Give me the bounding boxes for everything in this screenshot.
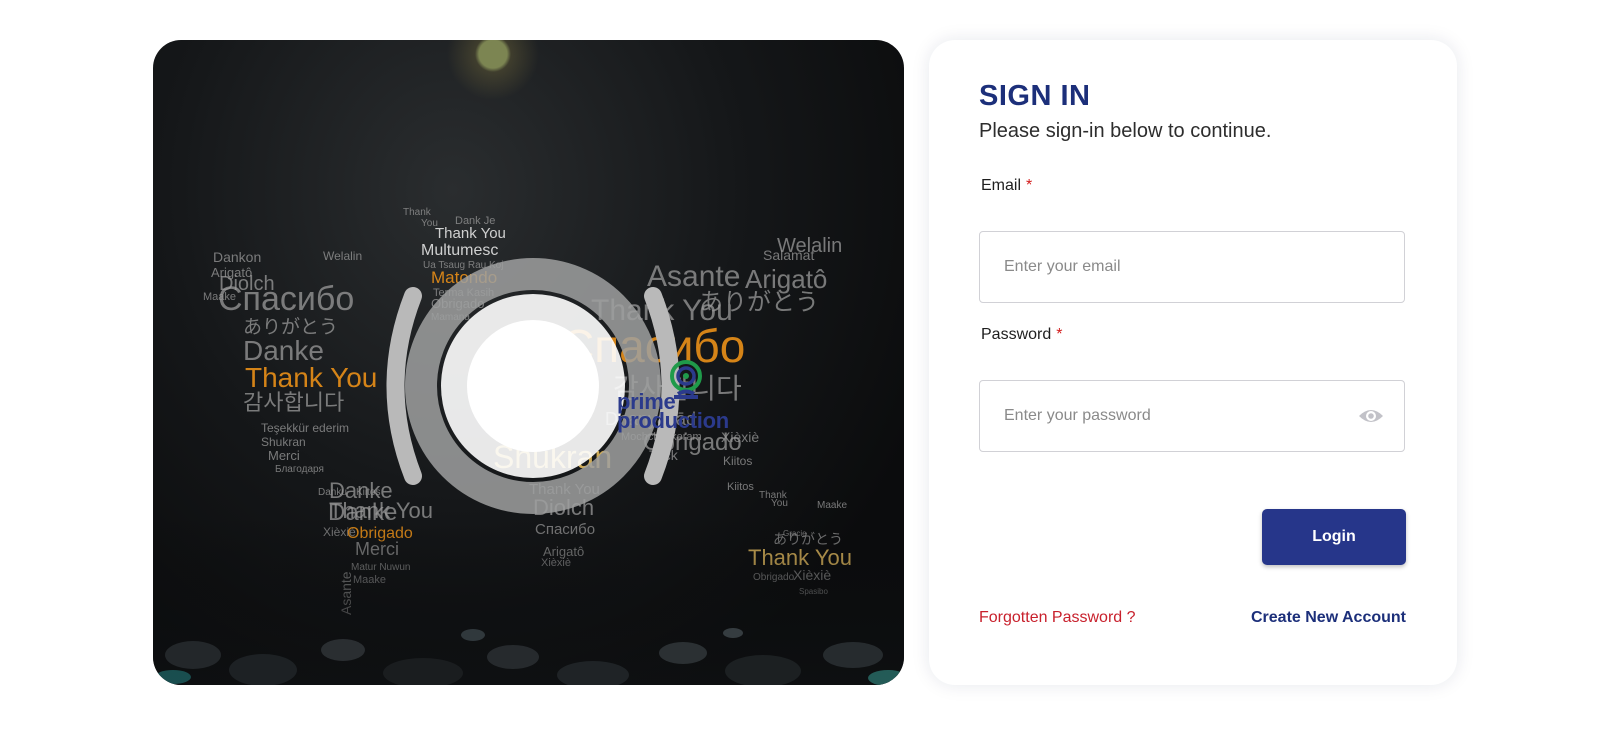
cloud-word: Welalin bbox=[323, 249, 362, 263]
password-field[interactable] bbox=[980, 381, 1404, 451]
cloud-word: You bbox=[771, 498, 788, 509]
email-field-box bbox=[979, 231, 1405, 303]
cloud-word: Teşekkür ederim bbox=[261, 421, 349, 435]
cloud-word: Maake bbox=[203, 291, 236, 303]
page-title: SIGN IN bbox=[979, 80, 1091, 112]
password-required-mark: * bbox=[1056, 326, 1063, 343]
email-required-mark: * bbox=[1026, 177, 1033, 194]
password-field-box bbox=[979, 380, 1405, 452]
cloud-word: Thank You bbox=[245, 362, 377, 393]
cloud-word: Merci bbox=[268, 448, 300, 463]
email-field[interactable] bbox=[980, 232, 1404, 302]
brand-name: prime production bbox=[617, 391, 737, 433]
cloud-word: Благодаря bbox=[275, 464, 324, 475]
password-label-text: Password bbox=[981, 326, 1052, 343]
prime-production-logo bbox=[386, 258, 680, 514]
email-label-text: Email bbox=[981, 177, 1022, 194]
cloud-word: Kiitos bbox=[727, 481, 754, 493]
cloud-word: 감사합니다 bbox=[243, 390, 344, 415]
cloud-word: Maake bbox=[817, 500, 847, 511]
cloud-word: Thank bbox=[403, 207, 432, 218]
login-button[interactable]: Login bbox=[1262, 509, 1406, 565]
signin-subtitle: Please sign-in below to continue. bbox=[979, 120, 1272, 142]
create-account-link[interactable]: Create New Account bbox=[1251, 609, 1406, 627]
cloud-word: Welalin bbox=[777, 235, 842, 257]
cloud-word: Спасибо bbox=[218, 280, 354, 318]
pebble-beach-decoration bbox=[153, 515, 904, 685]
cloud-word: Shukran bbox=[261, 435, 306, 449]
hero-image-panel: Thank You Dank Je Thank You Multumesc Ua Tsau… bbox=[153, 40, 904, 685]
cloud-word: Dankon bbox=[213, 249, 261, 265]
email-label: Email * bbox=[981, 177, 1032, 195]
eye-icon[interactable] bbox=[1358, 407, 1384, 425]
cloud-word: Kiitos bbox=[723, 454, 752, 468]
signin-card: SIGN IN Please sign-in below to continue… bbox=[929, 40, 1457, 685]
password-label: Password * bbox=[981, 326, 1062, 344]
forgot-password-link[interactable]: Forgotten Password ? bbox=[979, 609, 1136, 627]
brand-line-production: production bbox=[617, 408, 729, 433]
